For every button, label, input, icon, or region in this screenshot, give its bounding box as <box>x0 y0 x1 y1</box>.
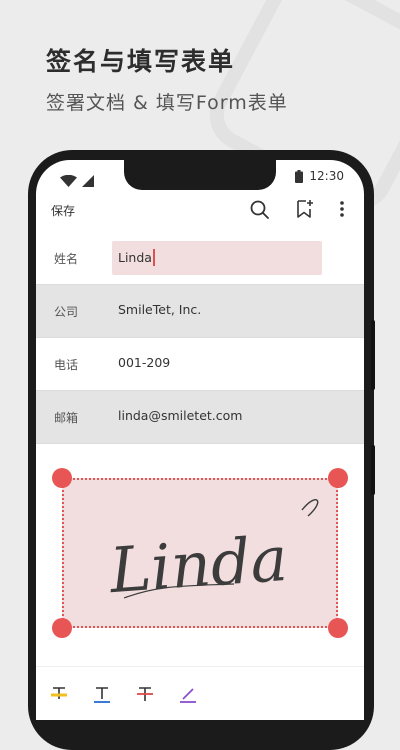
top-toolbar: 保存 <box>36 192 364 230</box>
status-right: 12:30 <box>295 169 344 183</box>
pen-purple-icon[interactable] <box>177 683 199 705</box>
status-time: 12:30 <box>309 169 344 183</box>
status-left <box>60 170 95 189</box>
text-underline-yellow-icon[interactable] <box>48 683 70 705</box>
phone-screen: 12:30 保存 姓名 Linda 公司 SmileTet, Inc. 电话 0… <box>36 160 364 720</box>
signature-graphic: Linda <box>106 499 319 607</box>
signature-area: Linda <box>36 444 364 662</box>
signature-box[interactable]: Linda <box>62 478 338 628</box>
form-row-name: 姓名 Linda <box>36 232 364 285</box>
wifi-icon <box>60 174 77 187</box>
promo-subtitle: 签署文档 & 填写Form表单 <box>46 92 288 114</box>
battery-icon <box>295 169 304 183</box>
form-row-phone[interactable]: 电话 001-209 <box>36 338 364 391</box>
camera-notch <box>124 160 276 190</box>
phone-value[interactable]: 001-209 <box>118 355 170 370</box>
resize-handle-bottom-right[interactable] <box>328 618 348 638</box>
bookmark-add-icon[interactable] <box>293 198 315 220</box>
field-label: 邮箱 <box>54 411 79 425</box>
resize-handle-bottom-left[interactable] <box>52 618 72 638</box>
name-value: Linda <box>118 250 152 265</box>
email-value[interactable]: linda@smiletet.com <box>118 408 242 423</box>
search-icon[interactable] <box>248 198 270 220</box>
text-strikethrough-red-icon[interactable] <box>134 683 156 705</box>
company-value[interactable]: SmileTet, Inc. <box>118 302 201 317</box>
status-bar: 12:30 <box>36 160 364 192</box>
more-vertical-icon[interactable] <box>331 198 353 220</box>
field-label: 姓名 <box>54 252 79 266</box>
signal-icon <box>82 174 95 187</box>
signature-text: Linda <box>106 522 289 607</box>
name-input-text: Linda <box>118 249 155 266</box>
annotation-toolbar <box>36 666 364 720</box>
resize-handle-top-left[interactable] <box>52 468 72 488</box>
phone-volume-button <box>371 445 375 495</box>
field-label: 公司 <box>54 305 79 319</box>
form-row-email[interactable]: 邮箱 linda@smiletet.com <box>36 391 364 444</box>
form-row-company[interactable]: 公司 SmileTet, Inc. <box>36 285 364 338</box>
resize-handle-top-right[interactable] <box>328 468 348 488</box>
text-underline-blue-icon[interactable] <box>91 683 113 705</box>
phone-side-button <box>371 320 375 390</box>
save-button[interactable]: 保存 <box>51 202 75 219</box>
promo-title: 签名与填写表单 <box>46 47 236 76</box>
text-caret <box>152 249 155 266</box>
field-label: 电话 <box>54 358 79 372</box>
name-input[interactable]: Linda <box>112 241 322 275</box>
